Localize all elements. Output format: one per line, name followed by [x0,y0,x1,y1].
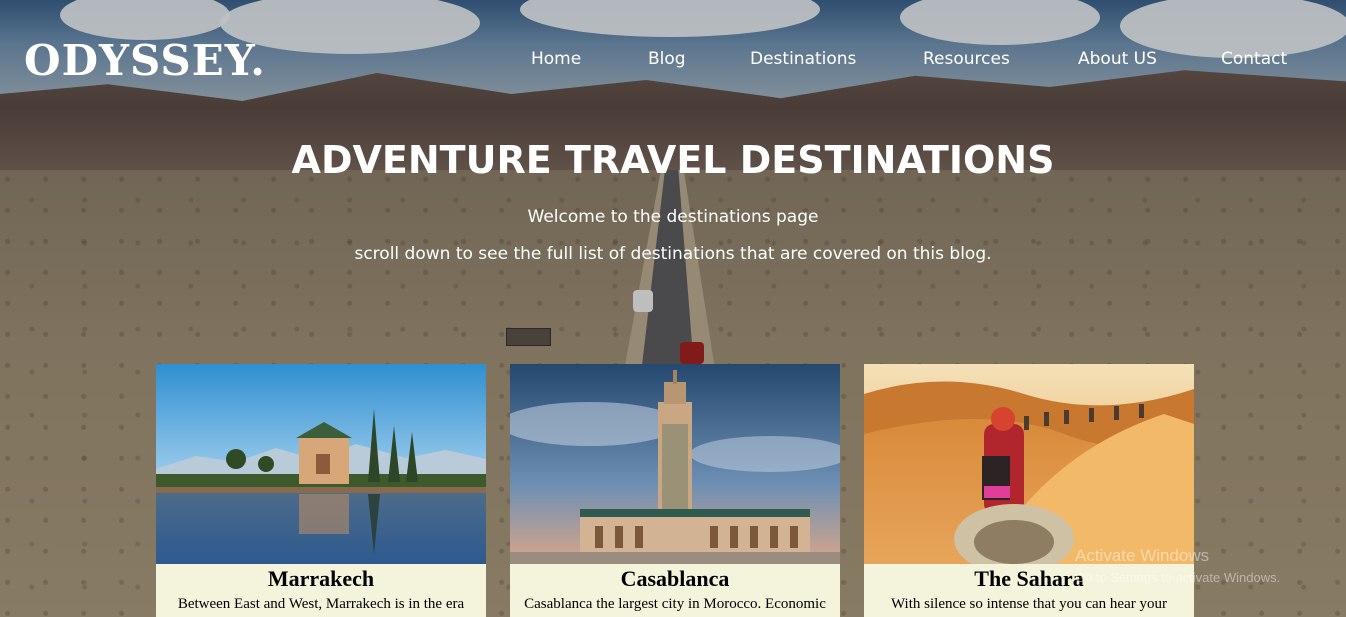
marrakech-image [156,364,486,564]
nav-resources[interactable]: Resources [923,49,1010,69]
nav-about-us[interactable]: About US [1078,49,1157,69]
card-text: With silence so intense that you can hea… [891,596,1167,612]
welcome-text: Welcome to the destinations page [527,207,819,227]
card-body: Casablanca Casablanca the largest city i… [510,564,840,617]
card-text: Between East and West, Marrakech is in t… [177,596,465,612]
nav-home[interactable]: Home [531,49,581,69]
destination-card-marrakech[interactable]: Marrakech Between East and West, Marrake… [156,364,486,617]
subtitle-text: scroll down to see the full list of dest… [354,244,992,264]
nav-contact[interactable]: Contact [1221,49,1287,69]
destination-card-casablanca[interactable]: Casablanca Casablanca the largest city i… [510,364,840,617]
sahara-image [864,364,1194,564]
nav-destinations[interactable]: Destinations [750,49,856,69]
activate-windows-watermark-title: Activate Windows [1075,546,1210,565]
activate-windows-watermark-subtitle: Go to Settings to activate Windows. [1075,570,1281,585]
card-body: Marrakech Between East and West, Marrake… [156,564,486,617]
casablanca-image [510,364,840,564]
main-nav: Home Blog Destinations Resources About U… [0,49,1346,73]
card-title[interactable]: Casablanca [510,564,840,592]
nav-blog[interactable]: Blog [648,49,686,69]
card-title[interactable]: Marrakech [156,564,486,592]
card-text: Casablanca the largest city in Morocco. … [524,596,826,612]
page-title: ADVENTURE TRAVEL DESTINATIONS [291,138,1055,182]
